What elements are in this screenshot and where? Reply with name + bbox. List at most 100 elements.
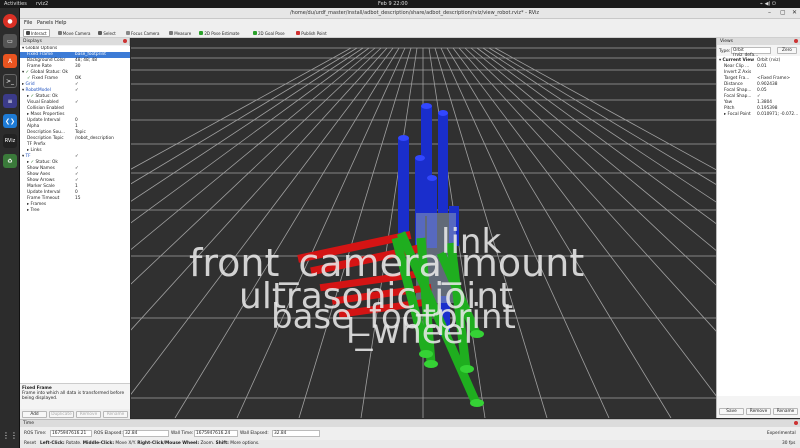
time-title: Time <box>23 421 35 426</box>
tool-label: 2D Goal Pose <box>258 30 285 36</box>
vscode-icon[interactable]: ❮❯ <box>3 114 17 128</box>
views-panel-header: Views <box>717 38 800 45</box>
display-row-label: Show Axes <box>27 172 51 177</box>
duplicate-display-button[interactable]: Duplicate <box>49 411 74 418</box>
views-tree[interactable]: ▾ Current View Orbit (rviz) Near Clip ... 0… <box>717 56 800 396</box>
view-row[interactable]: ▸ Focal Point 0.010971; -0.072... <box>717 112 800 118</box>
tool-2d-goal-pose[interactable]: 2D Goal Pose <box>251 29 287 37</box>
remove-view-button[interactable]: Remove <box>746 408 771 415</box>
hint-text: Zoom. <box>199 441 216 446</box>
minimize-button[interactable]: – <box>768 9 771 16</box>
grid-line <box>131 47 358 185</box>
experimental-checkbox[interactable]: Experimental <box>767 430 796 437</box>
software-icon[interactable]: A <box>3 54 17 68</box>
add-display-button[interactable]: Add <box>22 411 47 418</box>
move-camera-icon <box>57 31 62 35</box>
description-text: Frame into which all data is transformed… <box>22 391 125 401</box>
time-panel-header: Time <box>20 420 800 427</box>
display-row[interactable]: ▸ Tree <box>20 208 130 214</box>
displays-tree[interactable]: ▾ Global Options Fixed Frame base_footpri… <box>20 46 130 418</box>
views-panel: Views Type: Orbit (rviz_defa... Zero ▾ C… <box>716 38 800 418</box>
display-row-label: Description Topic <box>27 136 64 141</box>
close-icon[interactable] <box>123 39 127 43</box>
display-row-label: Global Status: Ok <box>30 70 68 75</box>
tool-publish-point[interactable]: Publish Point <box>294 29 328 37</box>
trash-icon[interactable]: ♻ <box>3 154 17 168</box>
dock: ● ▭ A >_ ≡ ❮❯ RViz ♻ ⋮⋮ <box>0 8 20 448</box>
tool-label: Select <box>103 30 116 36</box>
display-row-label: Collision Enabled <box>27 106 64 111</box>
display-row-label: Fixed Frame <box>27 52 53 57</box>
menu-bar: File Panels Help <box>20 19 800 27</box>
reset-button[interactable]: Reset <box>24 440 36 448</box>
files-icon[interactable]: ▭ <box>3 34 17 48</box>
status-hint: Left-Click: Rotate. Middle-Click: Move X… <box>40 440 259 448</box>
grid-line <box>131 47 382 285</box>
menu-file[interactable]: File <box>24 20 32 26</box>
remove-display-button[interactable]: Remove <box>76 411 101 418</box>
settings-icon[interactable]: ≡ <box>3 94 17 108</box>
hint-key: Middle-Click: <box>82 441 115 446</box>
terminal-icon[interactable]: >_ <box>3 74 17 88</box>
view-row-value[interactable]: 0.010971; -0.072... <box>757 112 798 118</box>
display-row-label: TF <box>25 154 31 159</box>
close-window-button[interactable]: ✕ <box>792 9 797 16</box>
maximize-button[interactable]: ▢ <box>780 9 786 16</box>
view-row-label: Focal Shap... <box>724 88 752 93</box>
view-row-label: Target Fra... <box>724 76 750 81</box>
save-view-button[interactable]: Save <box>719 408 744 415</box>
tf-axis-z-cap <box>421 103 432 109</box>
window-title-bar: /home/du/urdf_master/install/adbot_descr… <box>20 8 800 19</box>
menu-help[interactable]: Help <box>55 20 66 26</box>
zero-button[interactable]: Zero <box>777 47 797 54</box>
displays-panel: Displays ▾ Global Options Fixed Frame bas… <box>20 38 130 418</box>
hint-key: Right-Click/Mouse Wheel: <box>137 441 200 446</box>
focus-camera-icon <box>126 31 130 35</box>
cursor-icon <box>26 31 30 35</box>
tool-interact[interactable]: Interact <box>23 29 50 37</box>
property-description: Fixed Frame Frame into which all data is… <box>20 383 130 409</box>
publish-point-icon <box>296 31 301 35</box>
clock[interactable]: Feb 9 22:00 <box>378 1 408 7</box>
grid-line <box>488 47 716 185</box>
tf-axis-y-cap <box>470 399 484 407</box>
ros-elapsed-field[interactable]: 32.84 <box>123 430 169 437</box>
rename-display-button[interactable]: Rename <box>103 411 128 418</box>
ros-time-field[interactable]: 1675947616.21 <box>50 430 92 437</box>
tf-axis-y-cap <box>460 365 474 373</box>
activities-button[interactable]: Activities <box>4 1 27 7</box>
displays-panel-header: Displays <box>20 38 129 45</box>
grid-line <box>174 47 400 418</box>
system-tray-icons[interactable]: ⌁ ◀) ⏻ <box>760 1 776 7</box>
goal-pose-icon <box>253 31 257 35</box>
show-apps-icon[interactable]: ⋮⋮ <box>2 428 18 442</box>
display-row-label: Description Sou... <box>27 130 66 135</box>
display-row-label: Mass Properties <box>30 112 65 117</box>
display-row-label: Frame Timeout <box>27 196 60 201</box>
views-buttons: Save Remove Rename <box>717 408 800 418</box>
hint-text: Move X/Y. <box>114 441 138 446</box>
menu-panels[interactable]: Panels <box>37 20 53 26</box>
tool-move-camera[interactable]: Move Camera <box>56 29 93 37</box>
render-viewport[interactable]: link front_camera_mount ultrasonic_joint… <box>131 38 716 418</box>
grid-line <box>298 47 412 418</box>
wall-time-field[interactable]: 1675947616.24 <box>194 430 238 437</box>
view-type-select[interactable]: Orbit (rviz_defa... <box>731 47 771 58</box>
display-row-label: Visual Enabled <box>27 100 59 105</box>
app-menu[interactable]: rviz2 <box>36 1 48 7</box>
tool-2d-pose-estimate[interactable]: 2D Pose Estimate <box>197 29 241 37</box>
rename-view-button[interactable]: Rename <box>773 408 798 415</box>
scene-3d[interactable]: link front_camera_mount ultrasonic_joint… <box>131 38 716 418</box>
wall-elapsed-field[interactable]: 32.84 <box>272 430 320 437</box>
ros-elapsed-label: ROS Elapsed: <box>94 431 123 436</box>
tool-measure[interactable]: Measure <box>167 29 193 37</box>
grid-line <box>464 47 716 286</box>
tool-focus-camera[interactable]: Focus Camera <box>124 29 161 37</box>
close-icon[interactable] <box>794 421 798 425</box>
rviz-icon[interactable]: RViz <box>3 134 17 148</box>
status-bar: Reset Left-Click: Rotate. Middle-Click: … <box>20 440 800 448</box>
tool-select[interactable]: Select <box>96 29 117 37</box>
chrome-icon[interactable]: ● <box>3 14 17 28</box>
close-icon[interactable] <box>794 39 798 43</box>
tf-label: l_wheel <box>346 312 473 352</box>
